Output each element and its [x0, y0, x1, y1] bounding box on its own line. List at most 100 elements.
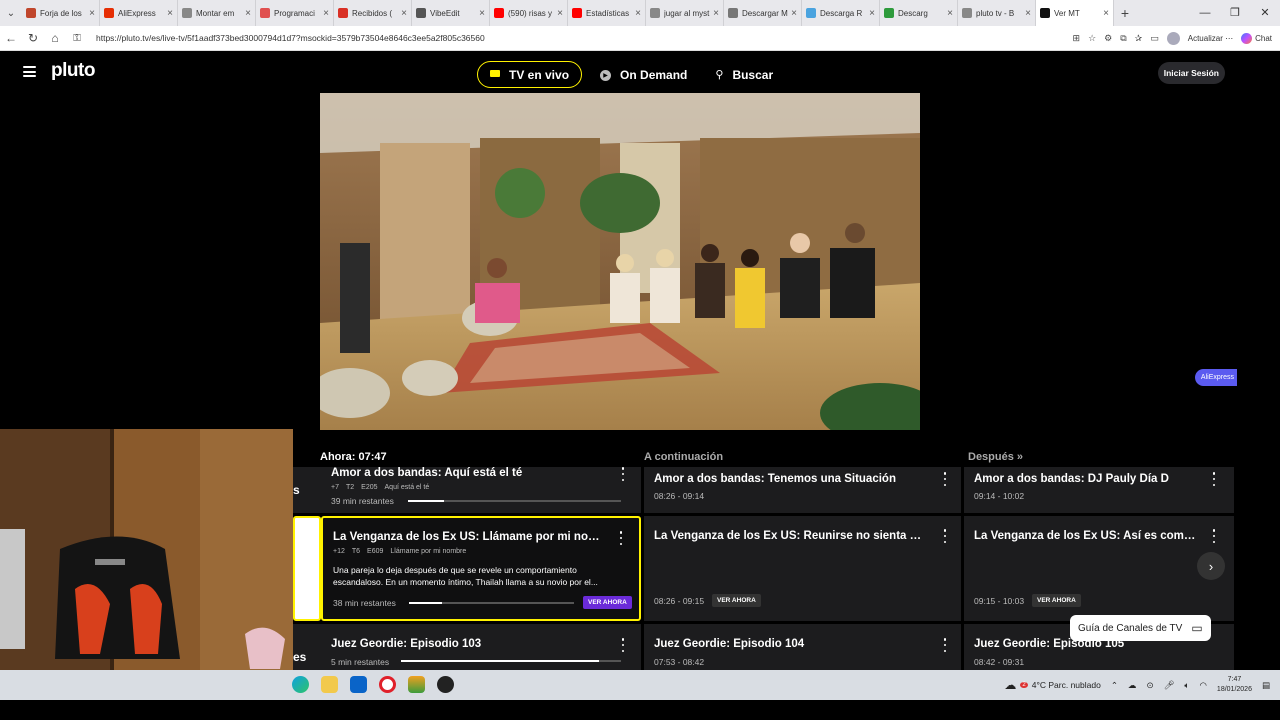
more-options-icon[interactable]: [618, 467, 628, 481]
notifications-icon[interactable]: ▤: [1262, 680, 1270, 691]
play-circle-icon: ▶: [600, 69, 612, 81]
aliexpress-side-badge[interactable]: AliExpress: [1194, 369, 1237, 386]
program-cell-now[interactable]: Juez Geordie: Episodio 103 5 min restant…: [321, 624, 641, 670]
browser-tab[interactable]: Descargar M ×: [724, 0, 802, 26]
tab-close-icon[interactable]: ×: [323, 8, 329, 19]
program-cell-after[interactable]: Amor a dos bandas: DJ Pauly Día D 09:14 …: [964, 467, 1234, 513]
nav-on-demand[interactable]: ▶ On Demand: [588, 61, 699, 88]
pluto-logo[interactable]: pluto: [51, 60, 95, 82]
tab-close-icon[interactable]: ×: [1025, 8, 1031, 19]
channel-logo[interactable]: [293, 516, 321, 621]
video-player[interactable]: [320, 93, 920, 430]
watch-now-button[interactable]: VER AHORA: [583, 596, 632, 609]
close-window-icon[interactable]: ✕: [1250, 0, 1280, 26]
chevron-right-icon[interactable]: ›: [1197, 552, 1225, 580]
browser-tab[interactable]: VibeEdit ×: [412, 0, 490, 26]
program-cell-now[interactable]: La Venganza de los Ex US: Llámame por mi…: [321, 516, 641, 621]
more-options-icon[interactable]: [618, 638, 628, 652]
profile-avatar[interactable]: [1166, 31, 1180, 45]
more-options-icon[interactable]: [940, 472, 950, 486]
browser-tab[interactable]: Montar em ×: [178, 0, 256, 26]
program-cell-next[interactable]: Juez Geordie: Episodio 104 07:53 - 08:42: [644, 624, 961, 670]
app-stack-icon[interactable]: [408, 676, 425, 693]
more-options-icon[interactable]: [1209, 529, 1219, 543]
weather-widget[interactable]: ☁ 2 4°C Parc. nublado: [1004, 678, 1100, 692]
edge-icon[interactable]: [292, 676, 309, 693]
program-cell-now[interactable]: Amor a dos bandas: Aquí está el té +7 T2…: [321, 467, 641, 513]
site-info-icon[interactable]: ⚿: [66, 33, 88, 44]
program-cell-next[interactable]: Amor a dos bandas: Tenemos una Situación…: [644, 467, 961, 513]
update-button[interactable]: Actualizar ⋯: [1188, 34, 1233, 43]
tab-close-icon[interactable]: ×: [401, 8, 407, 19]
more-options-icon[interactable]: [1209, 472, 1219, 486]
onedrive-icon[interactable]: ☁: [1128, 680, 1137, 691]
double-chevron-right-icon[interactable]: »: [1017, 451, 1023, 463]
chat-button[interactable]: Chat: [1241, 32, 1272, 44]
browser-tab[interactable]: Descarga R ×: [802, 0, 880, 26]
network-icon[interactable]: ⊙: [1146, 680, 1153, 691]
browser-tab[interactable]: Ver MT ×: [1036, 0, 1114, 26]
browser-tab[interactable]: Estadísticas ×: [568, 0, 646, 26]
outlook-icon[interactable]: [350, 676, 367, 693]
back-arrow-icon[interactable]: ←: [0, 31, 22, 45]
watch-now-button[interactable]: VER AHORA: [712, 594, 761, 607]
watch-now-button[interactable]: VER AHORA: [1032, 594, 1081, 607]
channel-guide-button[interactable]: Guía de Canales de TV ▭: [1070, 615, 1211, 641]
favorites-icon[interactable]: ✰: [1135, 33, 1143, 44]
url-field[interactable]: https://pluto.tv/es/live-tv/5f1aadf373be…: [96, 33, 1073, 43]
app-record-icon[interactable]: [437, 676, 454, 693]
tab-favicon-icon: [806, 8, 816, 18]
speaker-icon[interactable]: 🔈︎: [1184, 680, 1189, 691]
tab-menu-chevron-icon[interactable]: ⌄: [0, 8, 22, 19]
login-button[interactable]: Iniciar Sesión: [1157, 62, 1225, 84]
weather-text: 4°C Parc. nublado: [1031, 680, 1101, 690]
browser-tab[interactable]: Forja de los ×: [22, 0, 100, 26]
microphone-icon[interactable]: 🎤︎: [1164, 680, 1175, 691]
tab-close-icon[interactable]: ×: [167, 8, 173, 19]
minimize-icon[interactable]: —: [1190, 0, 1220, 26]
tab-close-icon[interactable]: ×: [791, 8, 797, 19]
tracking-icon[interactable]: ▭: [1150, 33, 1159, 44]
more-options-icon[interactable]: [940, 638, 950, 652]
extensions-icon[interactable]: ⚙: [1104, 33, 1112, 44]
browser-tab[interactable]: Recibidos (×: [334, 0, 412, 26]
wifi-icon[interactable]: ◠: [1200, 680, 1207, 691]
new-tab-plus-icon[interactable]: +: [1114, 5, 1136, 21]
more-options-icon[interactable]: [616, 531, 626, 545]
program-cell-next[interactable]: La Venganza de los Ex US: Reunirse no si…: [644, 516, 961, 621]
channel-logo[interactable]: es: [293, 624, 321, 670]
tab-close-icon[interactable]: ×: [713, 8, 719, 19]
tab-close-icon[interactable]: ×: [557, 8, 563, 19]
hamburger-menu-icon[interactable]: [23, 66, 36, 77]
more-options-icon[interactable]: [940, 529, 950, 543]
tab-close-icon[interactable]: ×: [245, 8, 251, 19]
browser-tab[interactable]: AliExpress ×: [100, 0, 178, 26]
tab-close-icon[interactable]: ×: [635, 8, 641, 19]
favorite-star-icon[interactable]: ☆: [1088, 33, 1096, 44]
browser-tab[interactable]: pluto tv - B ×: [958, 0, 1036, 26]
chevron-up-icon[interactable]: ⌃: [1111, 680, 1118, 691]
nav-buscar[interactable]: ⚲ Buscar: [703, 61, 785, 88]
program-cell-after[interactable]: La Venganza de los Ex US: Así es como te…: [964, 516, 1234, 621]
tab-close-icon[interactable]: ×: [479, 8, 485, 19]
tab-close-icon[interactable]: ×: [89, 8, 95, 19]
collections-icon[interactable]: ⧉: [1120, 33, 1126, 44]
reload-icon[interactable]: ↻: [22, 31, 44, 45]
nav-on-demand-label: On Demand: [620, 67, 688, 82]
tab-close-icon[interactable]: ×: [869, 8, 875, 19]
file-explorer-icon[interactable]: [321, 676, 338, 693]
reader-icon[interactable]: ⊞: [1073, 33, 1081, 44]
channel-logo[interactable]: s: [293, 467, 321, 513]
browser-tab[interactable]: jugar al myst ×: [646, 0, 724, 26]
taskbar-clock[interactable]: 7:47 18/01/2026: [1217, 675, 1252, 695]
opera-icon[interactable]: [379, 676, 396, 693]
browser-tab[interactable]: Descarg ×: [880, 0, 958, 26]
browser-tab[interactable]: (590) risas y ×: [490, 0, 568, 26]
maximize-icon[interactable]: ❐: [1220, 0, 1250, 26]
tab-close-icon[interactable]: ×: [947, 8, 953, 19]
home-icon[interactable]: ⌂: [44, 31, 66, 45]
nav-tv-en-vivo[interactable]: TV en vivo: [477, 61, 583, 88]
tab-favicon-icon: [650, 8, 660, 18]
browser-tab[interactable]: Programaci ×: [256, 0, 334, 26]
tab-close-icon[interactable]: ×: [1103, 8, 1109, 19]
